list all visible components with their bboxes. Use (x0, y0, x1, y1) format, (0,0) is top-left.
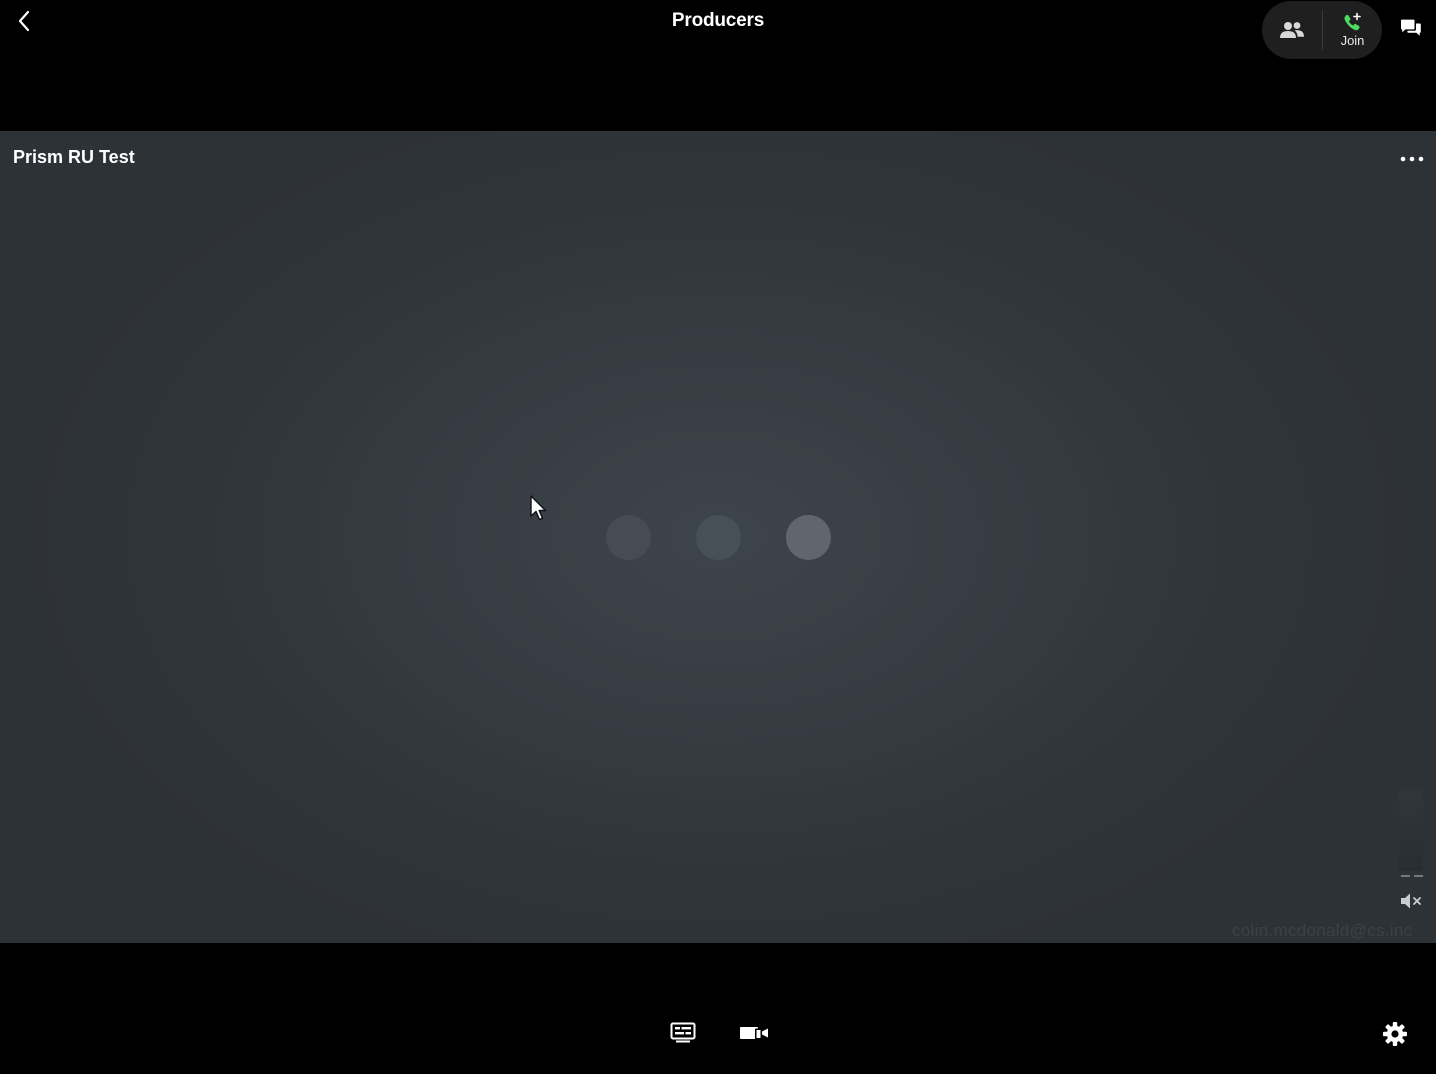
volume-meter (1399, 791, 1423, 871)
loading-dot-active (786, 515, 831, 560)
loading-dot (696, 515, 741, 560)
chat-bubbles-icon (1401, 19, 1421, 36)
more-options-button[interactable] (1396, 147, 1428, 171)
call-controls-pill: Join (1262, 1, 1382, 59)
video-stage: Prism RU Test colin.mcdonald@cs.inc (0, 131, 1436, 943)
join-button[interactable]: Join (1323, 1, 1382, 59)
more-horizontal-icon (1400, 156, 1424, 162)
mouse-cursor-icon (530, 495, 547, 521)
bottom-bar (0, 943, 1436, 1074)
captions-button[interactable] (668, 1019, 698, 1047)
cast-devices-button[interactable] (738, 1019, 770, 1047)
stage-title: Prism RU Test (13, 147, 135, 167)
page-title: Producers (671, 10, 765, 31)
chevron-left-icon (18, 10, 30, 32)
cast-devices-icon (740, 1027, 768, 1040)
join-label: Join (1340, 33, 1365, 48)
mute-toggle-button[interactable] (1398, 889, 1426, 913)
back-button[interactable] (10, 6, 38, 36)
speaker-muted-icon (1401, 893, 1421, 909)
volume-level-dashes (1401, 875, 1423, 877)
top-bar: Producers Join (0, 0, 1436, 131)
loading-indicator (606, 515, 832, 561)
people-icon (1280, 22, 1304, 38)
captions-icon (670, 1022, 696, 1043)
app-window: Producers Join Prism RU Test colin.mcdon… (0, 0, 1436, 1074)
participants-button[interactable] (1262, 1, 1322, 59)
settings-button[interactable] (1380, 1019, 1410, 1049)
chat-button[interactable] (1396, 14, 1426, 42)
phone-plus-icon (1343, 12, 1361, 31)
user-watermark: colin.mcdonald@cs.inc (1232, 921, 1413, 940)
loading-dot (606, 515, 651, 560)
gear-icon (1383, 1022, 1407, 1046)
